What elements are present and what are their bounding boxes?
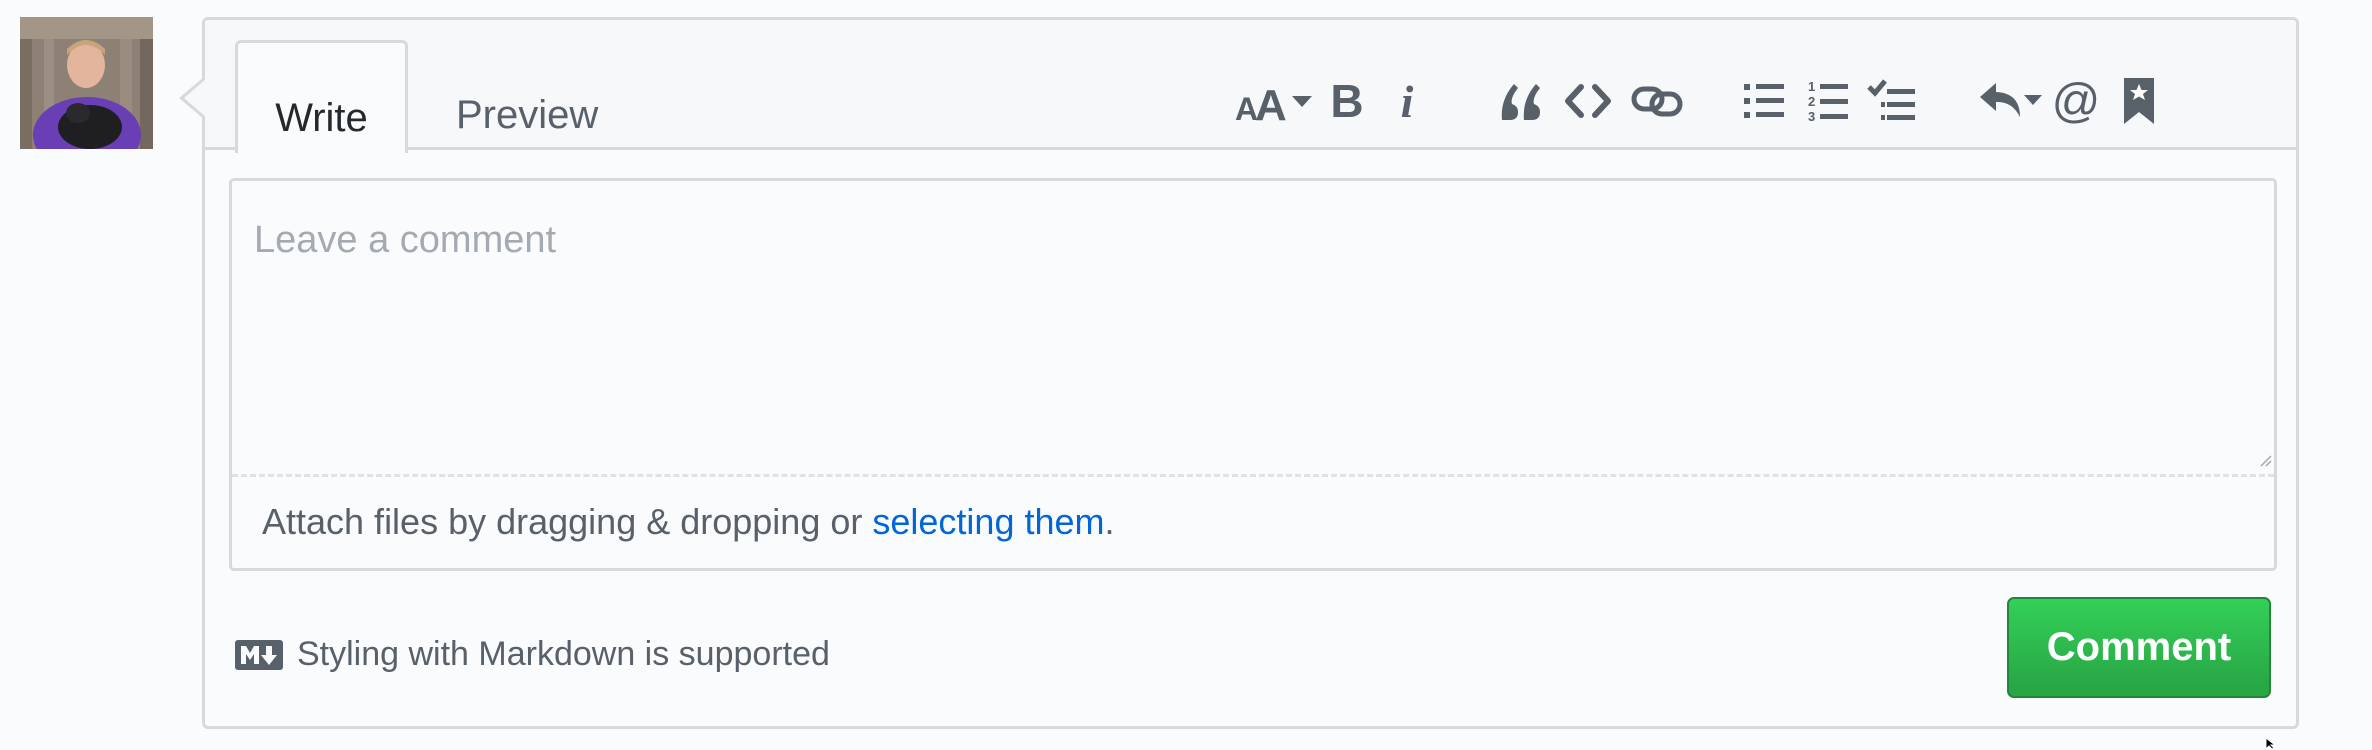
- reply-icon[interactable]: [1977, 72, 2045, 130]
- markdown-icon: [235, 639, 283, 670]
- mention-icon[interactable]: @: [2051, 72, 2101, 130]
- comment-form: Write Preview A A B i 1 2 3 @ Leave a co…: [179, 17, 2299, 729]
- code-icon[interactable]: [1563, 72, 1613, 130]
- bookmark-icon[interactable]: [2119, 72, 2159, 130]
- svg-text:2: 2: [1808, 94, 1815, 109]
- bullet-list-icon[interactable]: [1739, 72, 1789, 130]
- italic-icon[interactable]: i: [1392, 72, 1422, 130]
- resize-handle-icon[interactable]: [2258, 453, 2272, 467]
- attach-text: Attach files by dragging & dropping or: [262, 501, 873, 542]
- card-pointer-inner: [184, 79, 206, 117]
- comment-editor: Attach files by dragging & dropping or s…: [229, 178, 2277, 571]
- svg-text:1: 1: [1808, 79, 1815, 94]
- svg-text:A: A: [1255, 81, 1287, 126]
- text-size-icon[interactable]: A A: [1235, 72, 1315, 130]
- link-icon[interactable]: [1629, 72, 1685, 130]
- quote-icon[interactable]: [1495, 72, 1545, 130]
- tab-preview[interactable]: Preview: [456, 95, 598, 135]
- markdown-note-text: Styling with Markdown is supported: [297, 635, 830, 673]
- svg-text:3: 3: [1808, 109, 1815, 123]
- attach-suffix: .: [1104, 501, 1115, 542]
- numbered-list-icon[interactable]: 1 2 3: [1803, 72, 1853, 130]
- editor-header: Write Preview A A B i 1 2 3 @: [205, 20, 2296, 153]
- comment-button[interactable]: Comment: [2007, 597, 2271, 698]
- bold-icon[interactable]: B: [1327, 72, 1367, 130]
- markdown-note: Styling with Markdown is supported: [235, 635, 830, 674]
- select-files-link[interactable]: selecting them: [872, 501, 1104, 542]
- task-list-icon[interactable]: [1865, 72, 1919, 130]
- comment-textarea[interactable]: [232, 181, 2274, 474]
- mouse-cursor-icon: [2265, 737, 2277, 750]
- avatar[interactable]: [20, 17, 153, 149]
- file-drop-zone[interactable]: Attach files by dragging & dropping or s…: [232, 474, 2274, 568]
- tab-write[interactable]: Write: [235, 40, 408, 153]
